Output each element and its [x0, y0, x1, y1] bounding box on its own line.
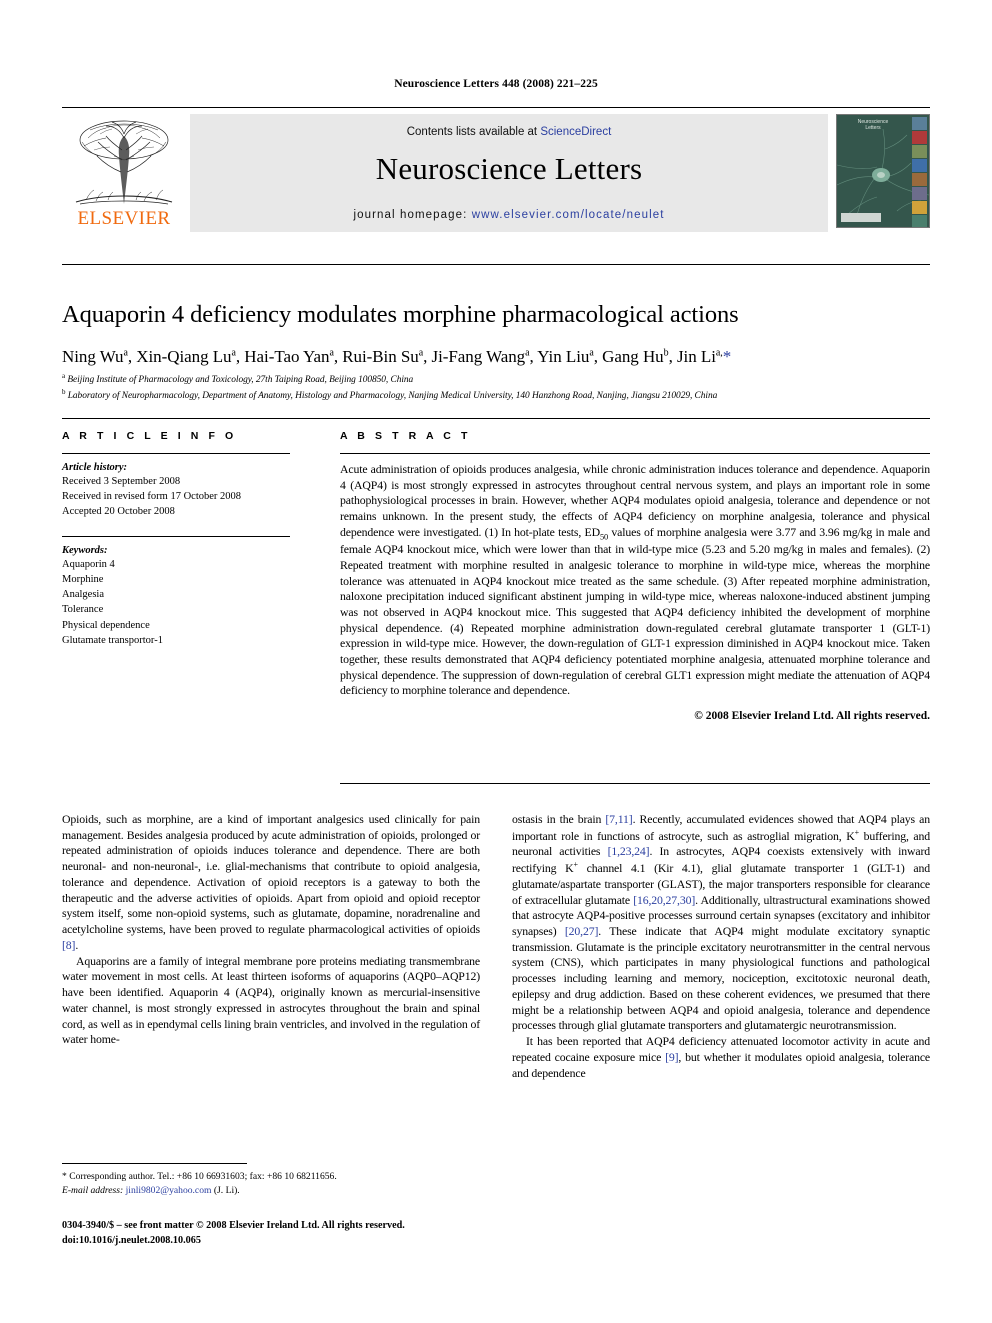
- homepage-prefix: journal homepage:: [353, 209, 472, 221]
- running-head: Neuroscience Letters 448 (2008) 221–225: [394, 78, 598, 90]
- footnote-divider: [62, 1163, 247, 1164]
- affiliation-b: b Laboratory of Neuropharmacology, Depar…: [62, 388, 718, 402]
- history-received: Received 3 September 2008: [62, 476, 181, 487]
- affiliation-list: a Beijing Institute of Pharmacology and …: [62, 371, 942, 403]
- affiliation-a: a Beijing Institute of Pharmacology and …: [62, 372, 414, 386]
- body-column-left: Opioids, such as morphine, are a kind of…: [62, 812, 480, 1048]
- body-column-right: ostasis in the brain [7,11]. Recently, a…: [512, 812, 930, 1081]
- email-note: E-mail address: jinli9802@yahoo.com (J. …: [62, 1184, 482, 1198]
- keywords-label: Keywords:: [62, 544, 108, 556]
- issn-line: 0304-3940/$ – see front matter © 2008 El…: [62, 1220, 405, 1231]
- doi-line: doi:10.1016/j.neulet.2008.10.065: [62, 1234, 201, 1246]
- keyword-item: Morphine: [62, 573, 104, 585]
- page-title: Aquaporin 4 deficiency modulates morphin…: [62, 301, 739, 329]
- body-paragraph: Opioids, such as morphine, are a kind of…: [62, 812, 480, 952]
- footnote-block: * Corresponding author. Tel.: +86 10 669…: [62, 1170, 482, 1199]
- article-info-column: A R T I C L E I N F O Article history: R…: [62, 430, 290, 648]
- keyword-item: Aquaporin 4: [62, 558, 115, 570]
- keyword-item: Glutamate transportor-1: [62, 634, 163, 646]
- copyright-line: © 2008 Elsevier Ireland Ltd. All rights …: [694, 710, 930, 723]
- abstract-text: Acute administration of opioids produces…: [340, 462, 930, 698]
- journal-masthead: ELSEVIER Contents lists available at Sci…: [62, 107, 930, 232]
- info-divider: [62, 418, 930, 419]
- elsevier-tree-icon: [75, 120, 173, 205]
- homepage-link[interactable]: www.elsevier.com/locate/neulet: [472, 209, 665, 221]
- email-owner: (J. Li).: [213, 1185, 240, 1197]
- abstract-heading: A B S T R A C T: [340, 430, 471, 442]
- article-page: Neuroscience Letters 448 (2008) 221–225: [0, 0, 992, 1323]
- body-paragraph: Aquaporins are a family of integral memb…: [62, 953, 480, 1047]
- history-revised: Received in revised form 17 October 2008: [62, 491, 242, 503]
- info-heading-rule: [62, 453, 290, 454]
- keyword-item: Physical dependence: [62, 619, 150, 631]
- keywords-rule: [62, 535, 290, 537]
- journal-title: Neuroscience Letters: [375, 151, 643, 186]
- article-info-heading: A R T I C L E I N F O: [62, 430, 237, 442]
- body-paragraph: It has been reported that AQP4 deficienc…: [512, 1034, 930, 1080]
- journal-cover-thumbnail[interactable]: Neuroscience Letters: [836, 114, 930, 228]
- contents-prefix: Contents lists available at: [406, 126, 541, 138]
- title-divider: [62, 264, 930, 265]
- keyword-item: Analgesia: [62, 589, 104, 601]
- sciencedirect-link[interactable]: ScienceDirect: [540, 126, 611, 138]
- abstract-heading-rule: [340, 453, 930, 454]
- abstract-column: A B S T R A C T Acute administration of …: [340, 430, 930, 722]
- elsevier-logo: ELSEVIER: [62, 114, 190, 232]
- history-accepted: Accepted 20 October 2008: [62, 506, 175, 518]
- body-paragraph: ostasis in the brain [7,11]. Recently, a…: [512, 812, 931, 1033]
- issn-footer: 0304-3940/$ – see front matter © 2008 El…: [62, 1219, 562, 1249]
- email-label: E-mail address:: [62, 1185, 124, 1197]
- cover-journal-title: Neuroscience Letters: [857, 119, 889, 132]
- elsevier-wordmark: ELSEVIER: [77, 208, 171, 229]
- abstract-bottom-divider: [340, 783, 930, 784]
- journal-band: Contents lists available at ScienceDirec…: [190, 114, 828, 232]
- keyword-item: Tolerance: [62, 604, 104, 616]
- corresponding-author-note: * Corresponding author. Tel.: +86 10 669…: [62, 1171, 337, 1182]
- journal-homepage-line: journal homepage: www.elsevier.com/locat…: [190, 209, 828, 221]
- email-link[interactable]: jinli9802@yahoo.com: [126, 1185, 212, 1196]
- cover-swatch-strip: [912, 117, 927, 227]
- article-history-label: Article history:: [62, 462, 128, 473]
- contents-available-line: Contents lists available at ScienceDirec…: [190, 126, 828, 138]
- cover-label-bar: [841, 213, 881, 222]
- author-list: Ning Wua, Xin-Qiang Lua, Hai-Tao Yana, R…: [62, 347, 732, 366]
